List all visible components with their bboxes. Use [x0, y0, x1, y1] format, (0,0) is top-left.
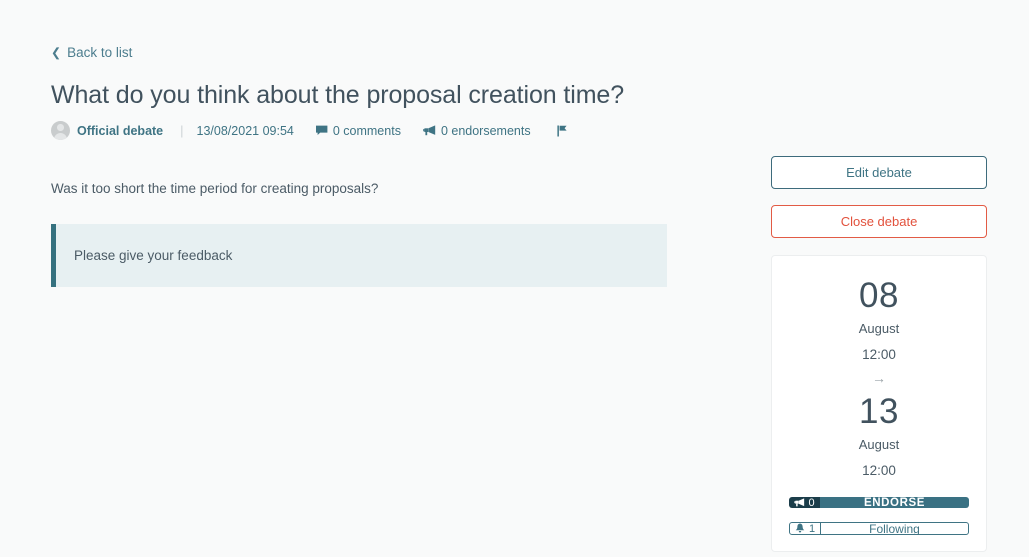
- debate-detail-page: ❮ Back to list What do you think about t…: [0, 0, 1029, 557]
- start-date-time: 12:00: [862, 347, 896, 362]
- debate-author[interactable]: Official debate: [51, 121, 163, 140]
- end-date-time: 12:00: [862, 462, 896, 478]
- endorse-control: 0 ENDORSE: [789, 497, 969, 509]
- bell-icon: [795, 523, 805, 534]
- debate-schedule-card: 08 August 12:00 → 13 August 12:00 0 ENDO…: [771, 255, 987, 552]
- debate-callout-text: Please give your feedback: [74, 248, 233, 264]
- metadata-separator: |: [180, 123, 184, 138]
- close-debate-button[interactable]: Close debate: [771, 205, 987, 238]
- debate-author-label: Official debate: [77, 123, 164, 138]
- debate-description: Was it too short the time period for cre…: [51, 181, 379, 196]
- endorse-count-badge: 0: [789, 497, 820, 509]
- megaphone-icon: [794, 498, 805, 507]
- debate-callout: Please give your feedback: [51, 224, 667, 288]
- endorse-button[interactable]: ENDORSE: [820, 497, 969, 509]
- debate-metadata: Official debate | 13/08/2021 09:54 0 com…: [51, 121, 671, 140]
- comments-link[interactable]: 0 comments: [315, 123, 401, 138]
- endorsements-label: 0 endorsements: [440, 123, 531, 138]
- end-date-month: August: [858, 436, 900, 452]
- arrow-right-icon: →: [872, 369, 886, 386]
- page-title: What do you think about the proposal cre…: [51, 81, 625, 109]
- report-flag-link[interactable]: [556, 125, 573, 137]
- back-to-list-label: Back to list: [67, 45, 133, 61]
- comment-icon: [315, 125, 328, 136]
- end-date-day: 13: [859, 391, 899, 431]
- follow-count-badge: 1: [790, 523, 821, 534]
- follow-button[interactable]: Following: [821, 523, 968, 534]
- sidebar: Edit debate Close debate 08 August 12:00…: [771, 156, 987, 552]
- main-content: ❮ Back to list What do you think about t…: [51, 44, 671, 288]
- back-to-list-link[interactable]: ❮ Back to list: [51, 46, 132, 60]
- follow-control: 1 Following: [789, 522, 969, 535]
- endorsements-link[interactable]: 0 endorsements: [423, 124, 531, 138]
- start-date-month: August: [858, 321, 900, 336]
- follow-count-label: 1: [808, 522, 816, 535]
- comments-label: 0 comments: [332, 123, 401, 138]
- start-date-day: 08: [859, 276, 899, 315]
- edit-debate-button[interactable]: Edit debate: [771, 156, 987, 189]
- endorse-count-label: 0: [808, 497, 815, 509]
- chevron-left-icon: ❮: [51, 45, 62, 60]
- flag-icon: [556, 125, 568, 137]
- user-avatar-icon: [51, 121, 70, 140]
- debate-date: 13/08/2021 09:54: [196, 123, 294, 138]
- megaphone-icon: [423, 125, 436, 136]
